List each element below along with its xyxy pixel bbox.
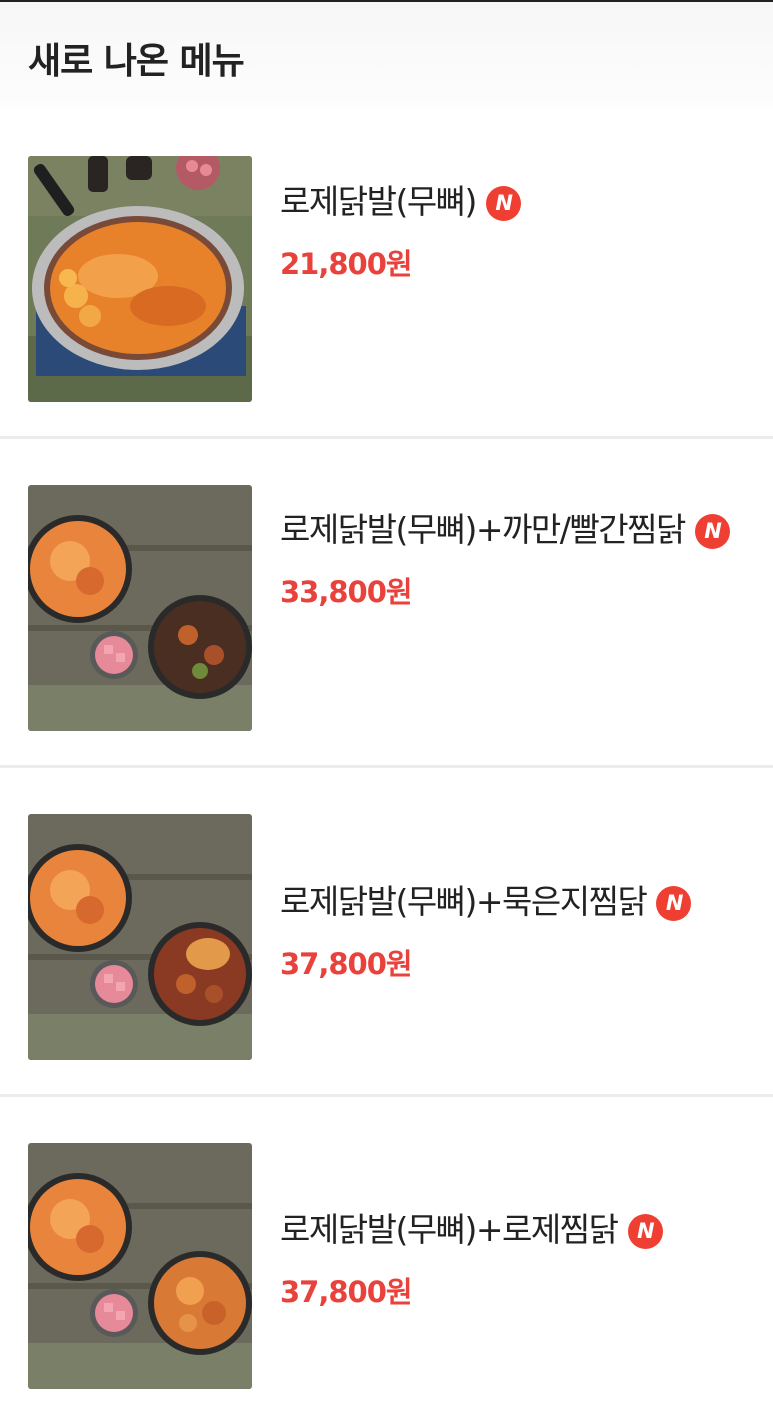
menu-item-price: 33,800원 bbox=[280, 575, 413, 609]
rose-chicken-feet-and-rose-braised-chicken-photo bbox=[28, 1143, 252, 1389]
menu-item-price: 21,800원 bbox=[280, 247, 413, 281]
new-badge-icon: N bbox=[694, 514, 730, 549]
menu-item-photo[interactable] bbox=[28, 156, 252, 402]
section-header: 새로 나온 메뉴 bbox=[0, 2, 773, 108]
menu-item-info: 로제닭발(무뼈)+로제찜닭 N 37,800원 bbox=[280, 1204, 750, 1311]
menu-item-name-text: 로제닭발(무뼈)+로제찜닭 bbox=[280, 1210, 619, 1249]
menu-item-name[interactable]: 로제닭발(무뼈)+묵은지찜닭 N bbox=[280, 876, 750, 927]
menu-item-name[interactable]: 로제닭발(무뼈) N bbox=[280, 176, 750, 227]
menu-item-info: 로제닭발(무뼈) N 21,800원 bbox=[280, 176, 750, 283]
menu-item-rose-chicken-feet-braised[interactable]: 로제닭발(무뼈)+까만/빨간찜닭 N 33,800원 bbox=[0, 439, 773, 768]
menu-item-price: 37,800원 bbox=[280, 947, 413, 981]
menu-item-rose-chicken-feet-kimchi[interactable]: 로제닭발(무뼈)+묵은지찜닭 N 37,800원 bbox=[0, 768, 773, 1097]
menu-item-rose-chicken-feet[interactable]: 로제닭발(무뼈) N 21,800원 bbox=[0, 110, 773, 439]
rose-chicken-feet-and-braised-chicken-photo bbox=[28, 485, 252, 731]
rose-chicken-feet-and-kimchi-braised-chicken-photo bbox=[28, 814, 252, 1060]
menu-item-name-text: 로제닭발(무뼈) bbox=[280, 182, 477, 221]
rose-chicken-feet-pan-photo bbox=[28, 156, 252, 402]
new-badge-icon: N bbox=[656, 886, 692, 921]
menu-item-name[interactable]: 로제닭발(무뼈)+까만/빨간찜닭 N bbox=[280, 504, 750, 555]
menu-item-price: 37,800원 bbox=[280, 1275, 413, 1309]
menu-item-name[interactable]: 로제닭발(무뼈)+로제찜닭 N bbox=[280, 1204, 750, 1255]
menu-item-photo[interactable] bbox=[28, 1143, 252, 1389]
new-badge-icon: N bbox=[627, 1214, 663, 1249]
menu-item-name-text: 로제닭발(무뼈)+까만/빨간찜닭 bbox=[280, 510, 686, 549]
new-menu-page: 새로 나온 메뉴 로제닭발(무뼈) N 21,800원 로제닭발(무뼈)+까만/… bbox=[0, 0, 773, 1409]
menu-item-photo[interactable] bbox=[28, 485, 252, 731]
section-title: 새로 나온 메뉴 bbox=[28, 41, 245, 82]
menu-item-name-text: 로제닭발(무뼈)+묵은지찜닭 bbox=[280, 882, 648, 921]
menu-item-photo[interactable] bbox=[28, 814, 252, 1060]
menu-item-rose-chicken-feet-rose-braised[interactable]: 로제닭발(무뼈)+로제찜닭 N 37,800원 bbox=[0, 1097, 773, 1409]
new-badge-icon: N bbox=[485, 186, 521, 221]
menu-item-info: 로제닭발(무뼈)+까만/빨간찜닭 N 33,800원 bbox=[280, 504, 750, 611]
menu-item-info: 로제닭발(무뼈)+묵은지찜닭 N 37,800원 bbox=[280, 876, 750, 983]
